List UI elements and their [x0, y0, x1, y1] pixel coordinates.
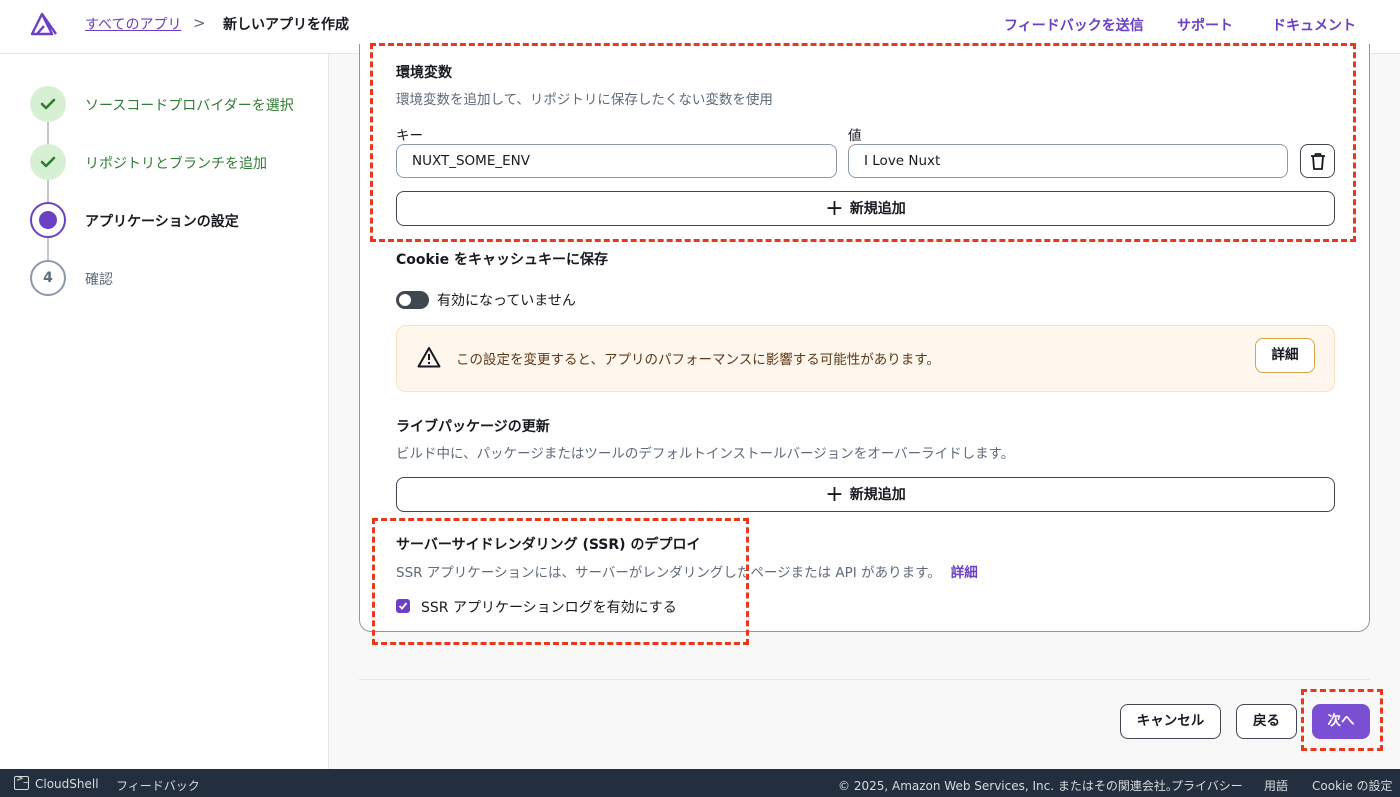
live-packages-description: ビルド中に、パッケージまたはツールのデフォルトインストールバージョンをオーバーラ…	[396, 446, 1015, 462]
documentation-link[interactable]: ドキュメント	[1272, 15, 1356, 35]
step-label: 確認	[85, 272, 113, 288]
ssr-logs-label[interactable]: SSR アプリケーションログを有効にする	[421, 597, 677, 617]
cloudshell-icon[interactable]	[14, 774, 29, 790]
next-button[interactable]: 次へ	[1312, 704, 1370, 739]
ssr-description: SSR アプリケーションには、サーバーがレンダリングしたページまたは API が…	[396, 565, 978, 581]
add-live-package-button[interactable]: + 新規追加	[396, 477, 1335, 512]
breadcrumb-chevron-icon: >	[193, 14, 206, 32]
ssr-logs-checkbox[interactable]	[396, 599, 410, 613]
alert-text: この設定を変更すると、アプリのパフォーマンスに影響する可能性があります。	[456, 352, 940, 368]
step-complete-check-icon	[30, 144, 66, 180]
step-label: リポジトリとブランチを追加	[85, 156, 267, 172]
env-vars-title: 環境変数	[396, 65, 452, 81]
footer-feedback-link[interactable]: フィードバック	[116, 777, 200, 794]
step-number: 4	[30, 260, 66, 296]
checkmark-icon	[398, 602, 408, 610]
ssr-details-link[interactable]: 詳細	[951, 565, 978, 581]
step-source-provider[interactable]: ソースコードプロバイダーを選択	[30, 86, 320, 122]
plus-icon: +	[825, 482, 844, 507]
trash-icon	[1311, 153, 1325, 170]
step-review[interactable]: 4 確認	[30, 260, 320, 296]
step-label: ソースコードプロバイダーを選択	[85, 98, 294, 114]
cancel-button[interactable]: キャンセル	[1120, 704, 1221, 739]
remove-env-var-button[interactable]	[1300, 144, 1335, 178]
cookie-cache-title: Cookie をキャッシュキーに保存	[396, 252, 608, 268]
step-complete-check-icon	[30, 86, 66, 122]
cookie-cache-toggle[interactable]	[396, 291, 429, 309]
env-key-label: キー	[396, 128, 423, 144]
env-value-input[interactable]: I Love Nuxt	[848, 144, 1288, 178]
step-connector	[47, 180, 49, 202]
add-env-var-button[interactable]: + 新規追加	[396, 191, 1335, 226]
step-current-dot-icon	[30, 202, 66, 238]
alert-details-button[interactable]: 詳細	[1255, 338, 1315, 373]
terms-link[interactable]: 用語	[1264, 777, 1288, 794]
step-label: アプリケーションの設定	[85, 214, 239, 230]
cookie-settings-link[interactable]: Cookie の設定	[1312, 777, 1393, 794]
settings-card: 環境変数 環境変数を追加して、リポジトリに保存したくない変数を使用 キー 値 N…	[359, 44, 1370, 632]
plus-icon: +	[825, 196, 844, 221]
step-connector	[47, 122, 49, 144]
cookie-toggle-label: 有効になっていません	[437, 293, 576, 309]
console-footer: CloudShell フィードバック © 2025, Amazon Web Se…	[0, 769, 1400, 797]
copyright-text: © 2025, Amazon Web Services, Inc. またはその関…	[838, 779, 1178, 793]
amplify-logo-icon[interactable]	[30, 12, 58, 36]
ssr-title: サーバーサイドレンダリング (SSR) のデプロイ	[396, 537, 701, 553]
live-packages-title: ライブパッケージの更新	[396, 419, 550, 435]
wizard-steps-sidebar: ソースコードプロバイダーを選択 リポジトリとブランチを追加 アプリケーションの設…	[0, 54, 329, 769]
back-button[interactable]: 戻る	[1236, 704, 1297, 739]
performance-warning-alert: この設定を変更すると、アプリのパフォーマンスに影響する可能性があります。 詳細	[396, 325, 1335, 392]
step-app-settings[interactable]: アプリケーションの設定	[30, 202, 320, 238]
env-value-label: 値	[848, 128, 862, 144]
privacy-link[interactable]: プライバシー	[1171, 777, 1243, 794]
cloudshell-link[interactable]: CloudShell	[35, 777, 99, 791]
footer-divider	[359, 679, 1370, 680]
env-key-input[interactable]: NUXT_SOME_ENV	[396, 144, 837, 178]
support-link[interactable]: サポート	[1177, 15, 1233, 35]
env-vars-description: 環境変数を追加して、リポジトリに保存したくない変数を使用	[396, 92, 773, 108]
main-content: 環境変数 環境変数を追加して、リポジトリに保存したくない変数を使用 キー 値 N…	[329, 44, 1400, 769]
breadcrumb-current: 新しいアプリを作成	[223, 17, 349, 33]
breadcrumb-all-apps[interactable]: すべてのアプリ	[85, 14, 181, 34]
send-feedback-link[interactable]: フィードバックを送信	[1004, 15, 1144, 35]
warning-icon	[417, 347, 441, 368]
step-connector	[47, 238, 49, 260]
step-repo-branch[interactable]: リポジトリとブランチを追加	[30, 144, 320, 180]
